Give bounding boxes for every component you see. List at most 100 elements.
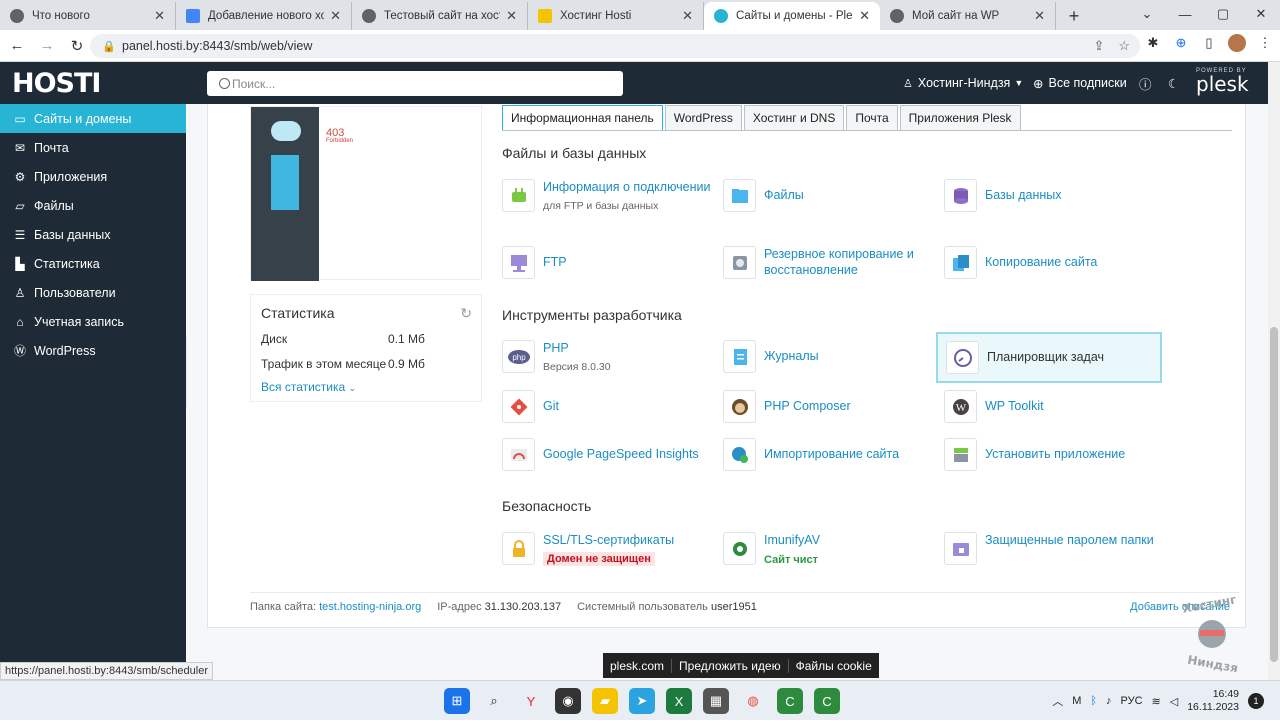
tool-databases[interactable]: Базы данных bbox=[944, 179, 1159, 212]
site-preview[interactable]: 403 Forbidden bbox=[250, 106, 482, 281]
minimize-icon[interactable]: — bbox=[1166, 0, 1204, 28]
git-icon bbox=[502, 390, 535, 423]
telegram-icon[interactable]: ➤ bbox=[629, 688, 655, 714]
page-scrollbar[interactable] bbox=[1268, 62, 1280, 688]
maximize-icon[interactable]: ▢ bbox=[1204, 0, 1242, 28]
windows-start-icon[interactable]: ⊞ bbox=[444, 688, 470, 714]
tool-ftp[interactable]: FTP bbox=[502, 246, 717, 279]
tab-wordpress[interactable]: WordPress bbox=[664, 105, 742, 131]
tool-scheduler[interactable]: Планировщик задач bbox=[936, 332, 1162, 383]
tab-search-icon[interactable]: ⌄ bbox=[1128, 0, 1166, 28]
tool-install-app[interactable]: Установить приложение bbox=[944, 438, 1159, 471]
tab-mail[interactable]: Почта bbox=[846, 105, 898, 131]
scrollbar-thumb[interactable] bbox=[1270, 327, 1278, 662]
subscriptions-menu[interactable]: ⊕ Все подписки bbox=[1033, 62, 1127, 104]
calculator-icon[interactable]: ▦ bbox=[703, 688, 729, 714]
tool-ssl[interactable]: SSL/TLS-сертификаты Домен не защищен bbox=[502, 532, 717, 566]
tab-dashboard[interactable]: Информационная панель bbox=[502, 105, 663, 131]
search-input[interactable]: Поиск... bbox=[207, 71, 623, 96]
wifi-icon[interactable]: ≋ bbox=[1152, 695, 1161, 708]
folder-icon bbox=[723, 179, 756, 212]
clock[interactable]: 16:49 16.11.2023 bbox=[1187, 688, 1239, 714]
puzzle-icon[interactable]: ✱ bbox=[1144, 34, 1162, 52]
all-stats-link[interactable]: Вся статистика ⌄ bbox=[261, 380, 471, 394]
volume-icon[interactable]: ◁ bbox=[1170, 695, 1178, 708]
sidepanel-icon[interactable]: ▯ bbox=[1200, 34, 1218, 52]
close-icon[interactable]: ✕ bbox=[506, 8, 517, 24]
reload-icon[interactable]: ↻ bbox=[64, 33, 90, 59]
excel-icon[interactable]: X bbox=[666, 688, 692, 714]
close-window-icon[interactable]: ✕ bbox=[1242, 0, 1280, 28]
profile-avatar[interactable] bbox=[1228, 34, 1246, 52]
browser-tab-4[interactable]: Хостинг Hosti ✕ bbox=[528, 2, 704, 30]
globe-icon bbox=[890, 9, 904, 23]
bluetooth-icon[interactable]: ᛒ bbox=[1090, 695, 1097, 707]
browser-tab-3[interactable]: Тестовый сайт на хостинге✕ bbox=[352, 2, 528, 30]
sidebar-item-account[interactable]: ⌂ Учетная запись bbox=[0, 307, 186, 336]
sidebar-item-mail[interactable]: ✉ Почта bbox=[0, 133, 186, 162]
tray-app-icon[interactable]: M bbox=[1072, 695, 1081, 707]
camtasia-recorder-icon[interactable]: C bbox=[814, 688, 840, 714]
close-icon[interactable]: ✕ bbox=[859, 8, 870, 24]
chrome-icon[interactable]: ◍ bbox=[740, 688, 766, 714]
tool-pagespeed[interactable]: Google PageSpeed Insights bbox=[502, 438, 717, 471]
tool-logs[interactable]: Журналы bbox=[723, 340, 938, 373]
tool-connection-info[interactable]: Информация о подключении для FTP и базы д… bbox=[502, 179, 717, 212]
vpn-icon[interactable]: ◉ bbox=[555, 688, 581, 714]
window-controls: ⌄ — ▢ ✕ bbox=[1128, 0, 1280, 28]
browser-tab-5[interactable]: Сайты и домены - Plesk ✕ bbox=[704, 2, 880, 30]
tool-composer[interactable]: PHP Composer bbox=[723, 390, 938, 423]
yandex-icon[interactable]: Y bbox=[518, 688, 544, 714]
tool-import[interactable]: Импортирование сайта bbox=[723, 438, 938, 471]
user-menu[interactable]: ♙ Хостинг-Ниндзя ▼ bbox=[903, 62, 1023, 104]
tool-php[interactable]: php PHP Версия 8.0.30 bbox=[502, 340, 717, 373]
sidebar-item-databases[interactable]: ☰ Базы данных bbox=[0, 220, 186, 249]
padlock-icon bbox=[502, 532, 535, 565]
sidebar-item-sites[interactable]: ▭ Сайты и домены bbox=[0, 104, 186, 133]
plesk-com-link[interactable]: plesk.com bbox=[603, 658, 673, 673]
forward-icon[interactable]: → bbox=[34, 33, 60, 59]
theme-icon[interactable]: ☾ bbox=[1168, 62, 1179, 104]
tool-wp-toolkit[interactable]: W WP Toolkit bbox=[944, 390, 1159, 423]
tool-site-copy[interactable]: Копирование сайта bbox=[944, 246, 1159, 279]
menu-icon[interactable]: ⋮ bbox=[1256, 34, 1274, 52]
cookie-link[interactable]: Файлы cookie bbox=[789, 659, 879, 673]
language-indicator[interactable]: РУС bbox=[1121, 695, 1143, 707]
browser-tab-2[interactable]: Добавление нового хостинга✕ bbox=[176, 2, 352, 30]
close-icon[interactable]: ✕ bbox=[330, 8, 341, 24]
sidebar-item-users[interactable]: ♙ Пользователи bbox=[0, 278, 186, 307]
notification-badge[interactable]: 1 bbox=[1248, 693, 1264, 709]
explorer-icon[interactable]: ▰ bbox=[592, 688, 618, 714]
back-icon[interactable]: ← bbox=[4, 33, 30, 59]
star-icon[interactable]: ☆ bbox=[1118, 38, 1130, 54]
sidebar-item-apps[interactable]: ⚙ Приложения bbox=[0, 162, 186, 191]
tool-imunify[interactable]: ImunifyAV Сайт чист bbox=[723, 532, 938, 566]
tab-plesk-apps[interactable]: Приложения Plesk bbox=[899, 105, 1021, 131]
tool-backup[interactable]: Резервное копирование и восстановление bbox=[723, 246, 938, 279]
close-icon[interactable]: ✕ bbox=[154, 8, 165, 24]
tool-protected-dirs[interactable]: Защищенные паролем папки bbox=[944, 532, 1159, 565]
close-icon[interactable]: ✕ bbox=[682, 8, 693, 24]
close-icon[interactable]: ✕ bbox=[1034, 8, 1045, 24]
mic-icon[interactable]: ♪ bbox=[1106, 695, 1112, 707]
suggest-idea-link[interactable]: Предложить идею bbox=[672, 658, 789, 673]
download-icon[interactable]: ⊕ bbox=[1172, 34, 1190, 52]
chevron-up-icon[interactable]: ︿ bbox=[1052, 693, 1063, 709]
browser-tab-6[interactable]: Мой сайт на WP ✕ bbox=[880, 2, 1056, 30]
refresh-icon[interactable]: ↻ bbox=[460, 305, 472, 322]
url-field[interactable]: 🔒 panel.hosti.by:8443/smb/web/view ⇪ ☆ bbox=[90, 34, 1140, 58]
sidebar-item-wordpress[interactable]: Ⓦ WordPress bbox=[0, 336, 186, 365]
sidebar-item-statistics[interactable]: ▙ Статистика bbox=[0, 249, 186, 278]
search-icon[interactable]: ⌕ bbox=[481, 688, 507, 714]
hosti-logo[interactable]: HOSTI bbox=[12, 68, 101, 99]
new-tab-button[interactable]: + bbox=[1060, 2, 1088, 30]
tool-git[interactable]: Git bbox=[502, 390, 717, 423]
browser-tab-1[interactable]: Что нового ✕ bbox=[0, 2, 176, 30]
site-folder-link[interactable]: test.hosting-ninja.org bbox=[319, 601, 421, 613]
tab-hosting-dns[interactable]: Хостинг и DNS bbox=[743, 105, 845, 131]
camtasia-icon[interactable]: C bbox=[777, 688, 803, 714]
sidebar-item-files[interactable]: ▱ Файлы bbox=[0, 191, 186, 220]
tool-files[interactable]: Файлы bbox=[723, 179, 938, 212]
help-icon[interactable]: ⓘ bbox=[1139, 62, 1152, 104]
share-icon[interactable]: ⇪ bbox=[1093, 38, 1104, 54]
